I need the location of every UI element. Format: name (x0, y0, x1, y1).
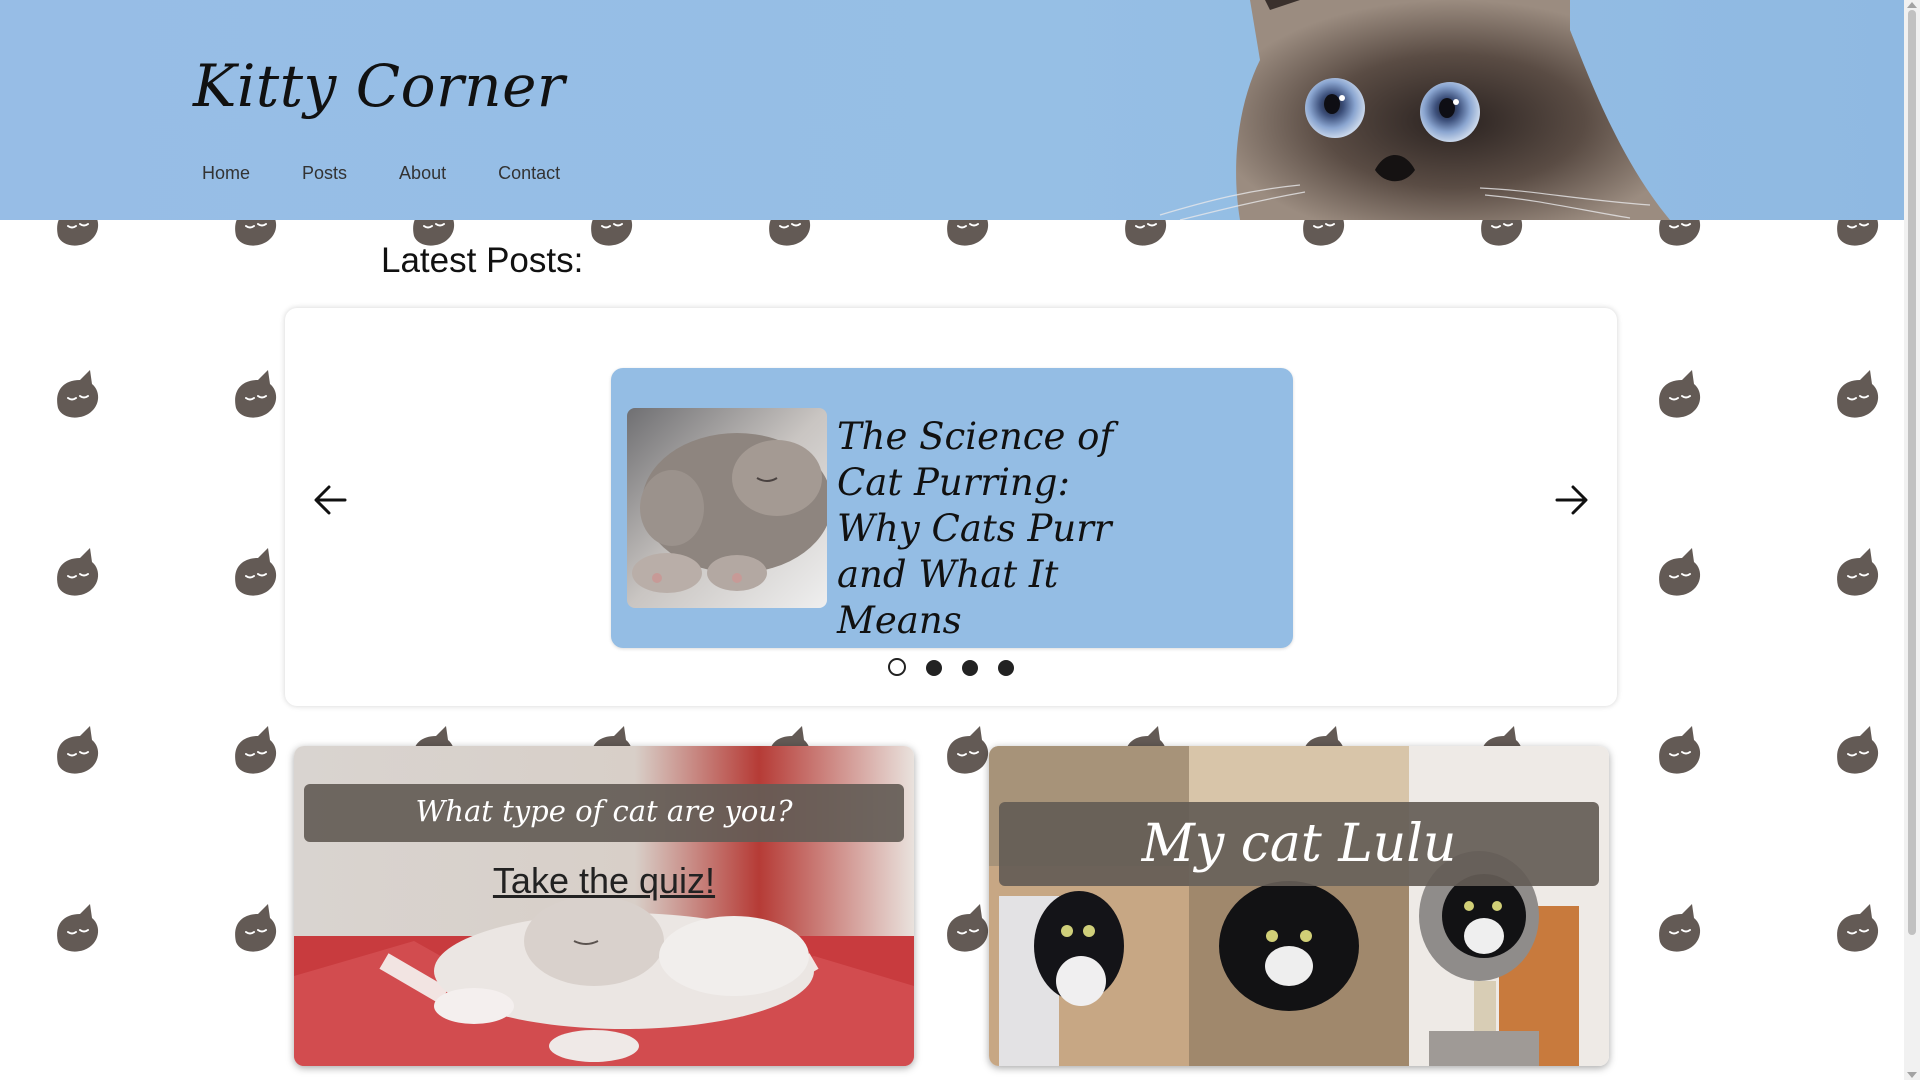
cat-head-icon (235, 726, 277, 774)
scroll-up-arrow-icon[interactable] (1907, 2, 1917, 8)
cat-head-icon (1837, 726, 1879, 774)
nav-posts[interactable]: Posts (302, 163, 347, 184)
cat-head-icon (57, 904, 99, 952)
cat-head-icon (1659, 220, 1701, 246)
cat-head-icon (591, 220, 633, 246)
lulu-title-band: My cat Lulu (999, 802, 1599, 886)
site-logo[interactable]: Kitty Corner (193, 52, 565, 120)
carousel-slide[interactable]: The Science of Cat Purring: Why Cats Pur… (611, 368, 1293, 648)
cat-head-icon (57, 370, 99, 418)
cat-head-icon (947, 904, 989, 952)
cat-head-icon (235, 904, 277, 952)
quiz-card[interactable]: What type of cat are you? Take the quiz! (294, 746, 914, 1066)
cat-head-icon (1659, 370, 1701, 418)
cat-head-icon (1659, 726, 1701, 774)
scroll-thumb[interactable] (1908, 10, 1916, 935)
carousel-dot[interactable] (962, 660, 978, 676)
cat-head-icon (947, 220, 989, 246)
lulu-card[interactable]: My cat Lulu (989, 746, 1609, 1066)
carousel-dot[interactable] (888, 658, 906, 676)
quiz-title: What type of cat are you? (415, 794, 793, 828)
cat-head-icon (1303, 220, 1345, 246)
cat-head-icon (57, 548, 99, 596)
cat-head-icon (1659, 904, 1701, 952)
cat-head-icon (1125, 220, 1167, 246)
cat-head-icon (1837, 548, 1879, 596)
page-scrollbar[interactable] (1904, 0, 1920, 1080)
quiz-title-band: What type of cat are you? (304, 784, 904, 842)
site-header: Kitty Corner Home Posts About Contact (0, 0, 1904, 220)
sleeping-cat-image (627, 408, 827, 608)
cat-head-icon (1837, 904, 1879, 952)
lulu-collage-photo (989, 746, 1609, 1066)
scroll-down-arrow-icon[interactable] (1907, 1072, 1917, 1078)
carousel-dot[interactable] (998, 660, 1014, 676)
carousel-dot[interactable] (926, 660, 942, 676)
slide-post-title[interactable]: The Science of Cat Purring: Why Cats Pur… (837, 414, 1137, 644)
main-nav: Home Posts About Contact (202, 163, 612, 184)
take-quiz-link[interactable]: Take the quiz! (294, 860, 914, 902)
cat-head-icon (769, 220, 811, 246)
carousel-dots (285, 658, 1617, 676)
header-cat-photo (1159, 0, 1670, 220)
cat-head-icon (235, 548, 277, 596)
posts-carousel: The Science of Cat Purring: Why Cats Pur… (285, 308, 1617, 706)
nav-about[interactable]: About (399, 163, 446, 184)
cat-head-icon (57, 726, 99, 774)
cat-head-icon (947, 726, 989, 774)
cat-head-icon (235, 370, 277, 418)
cat-head-icon (235, 220, 277, 246)
cat-head-icon (1659, 548, 1701, 596)
arrow-left-icon[interactable] (311, 480, 351, 520)
cat-head-icon (1481, 220, 1523, 246)
nav-home[interactable]: Home (202, 163, 250, 184)
arrow-right-icon[interactable] (1551, 480, 1591, 520)
cat-head-icon (1837, 220, 1879, 246)
cat-head-icon (57, 220, 99, 246)
latest-posts-heading: Latest Posts: (381, 241, 584, 280)
cat-head-icon (1837, 370, 1879, 418)
nav-contact[interactable]: Contact (498, 163, 560, 184)
lulu-title: My cat Lulu (1141, 814, 1457, 874)
